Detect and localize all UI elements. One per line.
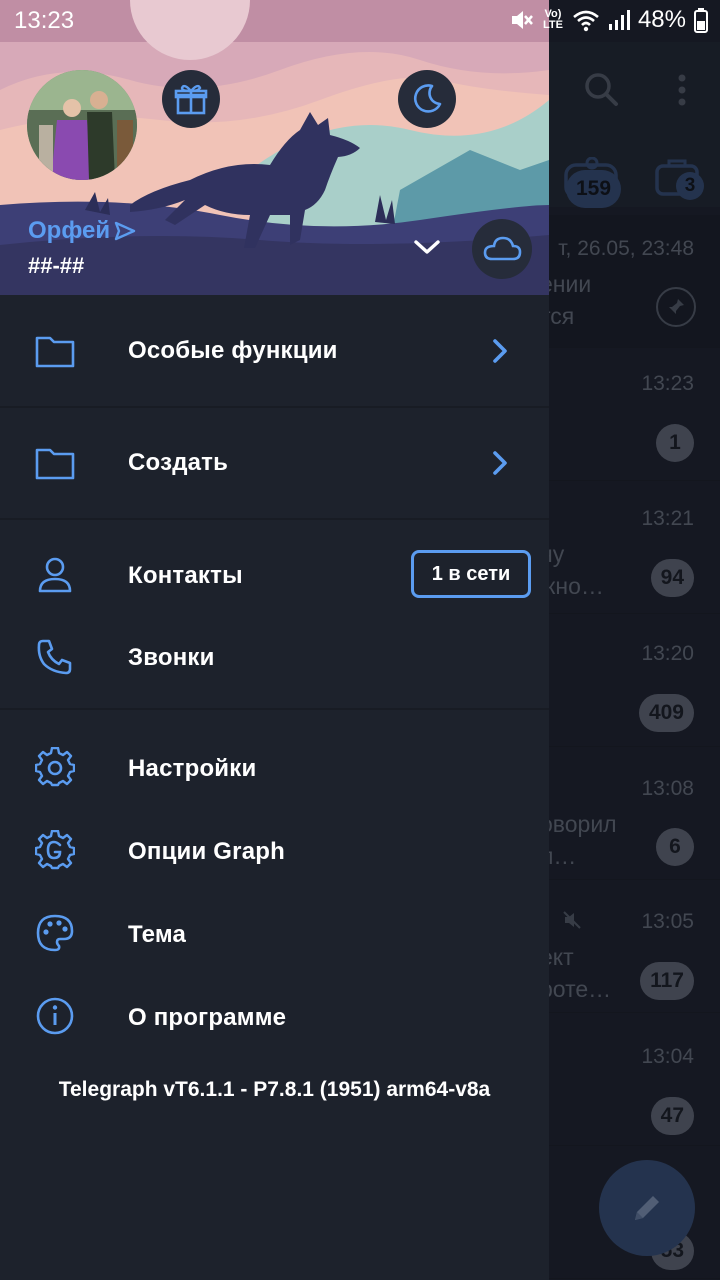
- menu-label: Тема: [128, 921, 187, 948]
- menu-item-calls[interactable]: Звонки: [0, 616, 549, 700]
- night-mode-button[interactable]: [398, 70, 456, 128]
- gift-icon: [174, 84, 208, 115]
- drawer-header: Орфей ##-##: [0, 0, 549, 295]
- menu-label: Звонки: [128, 644, 215, 671]
- chevron-right-icon: [488, 448, 512, 478]
- avatar[interactable]: [27, 70, 137, 180]
- phone-icon: [34, 636, 76, 678]
- profile-name[interactable]: Орфей: [28, 217, 136, 245]
- folder-icon: [34, 442, 76, 484]
- menu-item-settings[interactable]: Настройки: [0, 726, 549, 810]
- palette-icon: [34, 912, 76, 954]
- signal-icon: [608, 10, 630, 30]
- volte-label: Vo) LTE: [542, 8, 563, 31]
- contacts-online-badge: 1 в сети: [411, 550, 531, 598]
- menu-item-special-functions[interactable]: Особые функции: [0, 296, 549, 407]
- person-icon: [34, 554, 76, 596]
- graph-gear-icon: [34, 829, 76, 871]
- gear-icon: [34, 746, 76, 788]
- folder-icon: [34, 330, 76, 372]
- menu-item-create[interactable]: Создать: [0, 408, 549, 519]
- chevron-down-icon: [414, 240, 440, 254]
- menu-label: Особые функции: [128, 337, 338, 364]
- status-time: 13:23: [14, 7, 75, 34]
- account-expand-button[interactable]: [408, 228, 446, 266]
- battery-icon: [694, 8, 708, 33]
- navigation-drawer: Орфей ##-## Особые функции Создать Конта…: [0, 0, 549, 1280]
- battery-percent: 48%: [637, 6, 686, 33]
- send-icon: [114, 221, 136, 241]
- app-version: Telegraph vT6.1.1 - P7.8.1 (1951) arm64-…: [58, 1078, 491, 1101]
- menu-item-about[interactable]: О программе: [0, 975, 549, 1059]
- status-icons: Vo) LTE 48%: [508, 6, 708, 34]
- cloud-icon: [483, 236, 522, 261]
- status-bar: 13:23 Vo) LTE 48%: [0, 0, 720, 42]
- menu-label: Контакты: [128, 562, 243, 589]
- screen: 159 3 т, 26.05, 23:48 ении тся 13:23 1 1…: [0, 0, 720, 1280]
- profile-phone: ##-##: [28, 253, 85, 278]
- divider: [0, 708, 549, 710]
- profile-name-text: Орфей: [28, 217, 111, 244]
- menu-item-graph-options[interactable]: Опции Graph: [0, 809, 549, 893]
- mute-icon: [511, 11, 533, 29]
- menu-label: О программе: [128, 1004, 287, 1031]
- moon-icon: [413, 84, 442, 113]
- menu-label: Создать: [128, 449, 229, 476]
- menu-label: Настройки: [128, 755, 257, 782]
- menu-label: Опции Graph: [128, 838, 285, 865]
- chevron-right-icon: [488, 336, 512, 366]
- saved-messages-button[interactable]: [472, 219, 532, 279]
- menu-item-contacts[interactable]: Контакты 1 в сети: [0, 520, 549, 630]
- wifi-icon: [573, 10, 599, 32]
- gift-button[interactable]: [162, 70, 220, 128]
- info-icon: [34, 995, 76, 1037]
- menu-item-theme[interactable]: Тема: [0, 892, 549, 976]
